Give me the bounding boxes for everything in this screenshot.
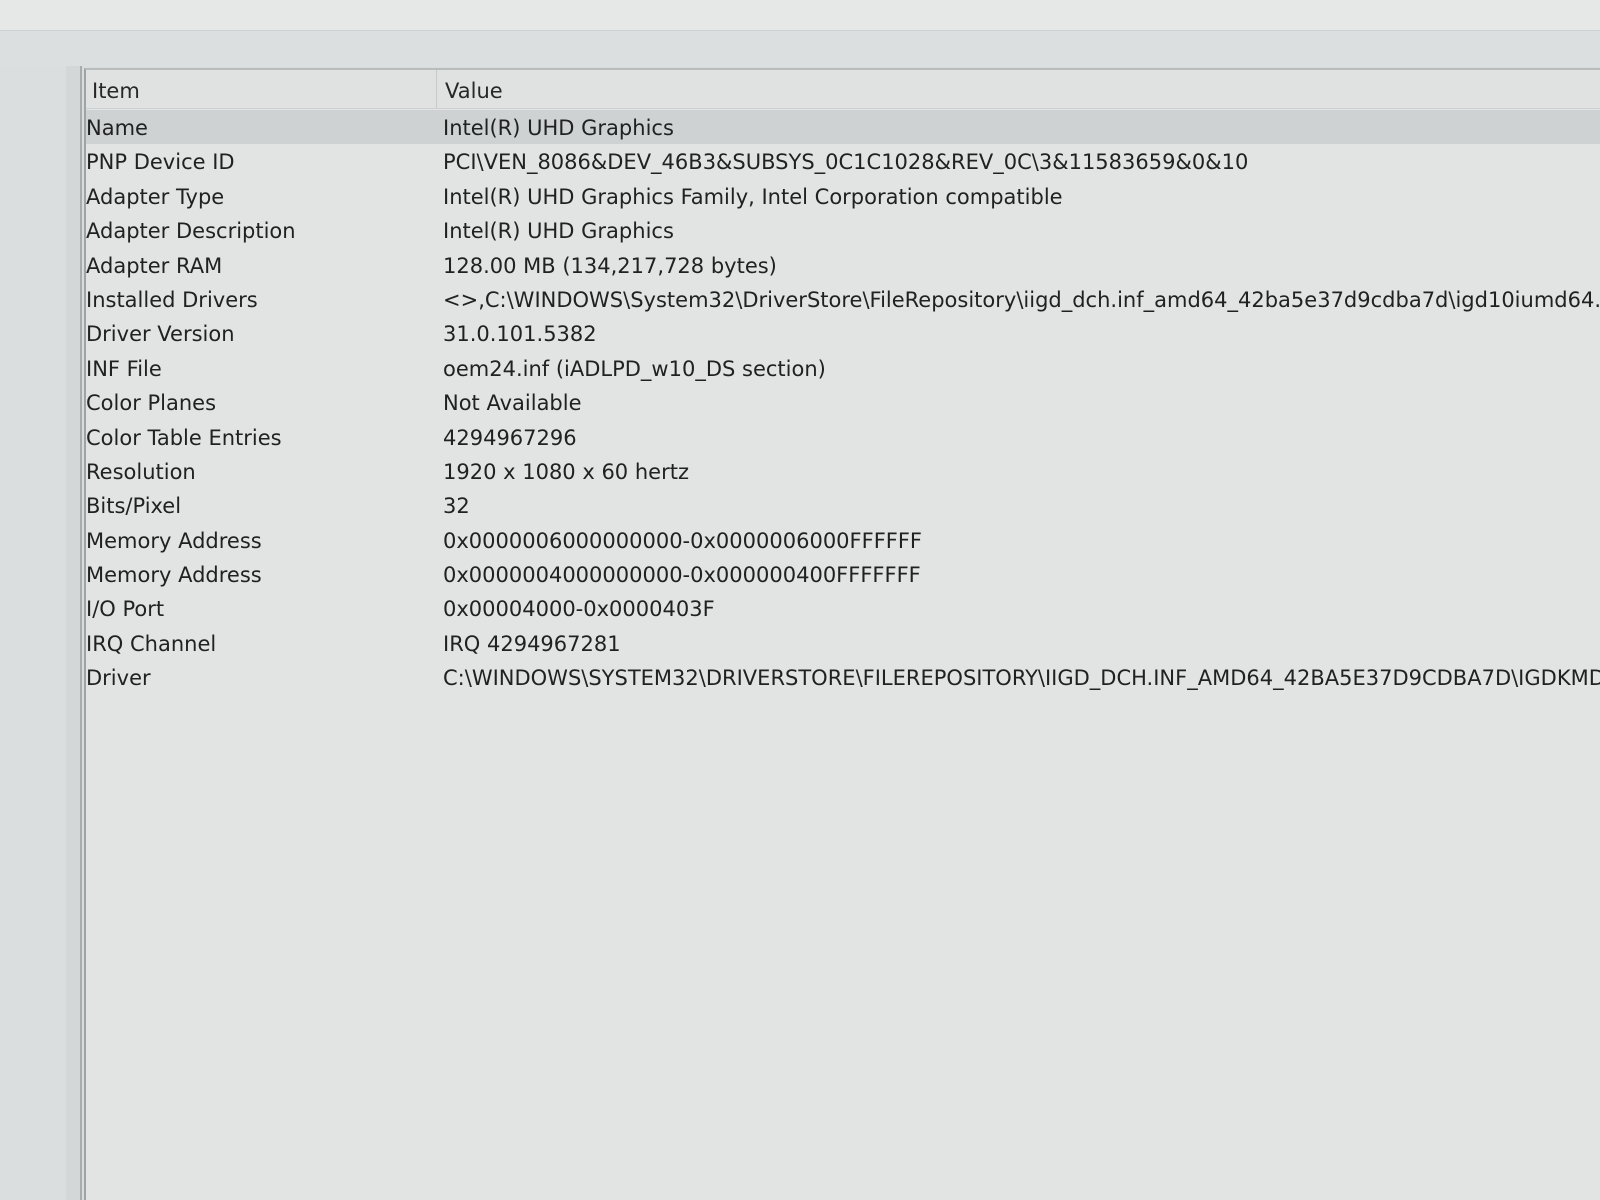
row-value: C:\WINDOWS\SYSTEM32\DRIVERSTORE\FILEREPO…: [443, 666, 1600, 691]
row-item-label: Memory Address: [86, 528, 262, 553]
row-value: 4294967296: [443, 425, 577, 450]
list-header: Item Value: [86, 70, 1600, 109]
list-rows: Name Intel(R) UHD Graphics PNP Device ID…: [86, 110, 1600, 695]
row-value: IRQ 4294967281: [443, 631, 621, 656]
row-item-label: Memory Address: [86, 563, 262, 588]
row-item-label: Name: [86, 116, 148, 140]
row-item-label: Adapter Description: [86, 219, 296, 244]
table-row[interactable]: Driver C:\WINDOWS\SYSTEM32\DRIVERSTORE\F…: [86, 660, 1600, 694]
toolbar-band: [0, 31, 1600, 67]
row-item-label: INF File: [86, 356, 162, 381]
table-row[interactable]: Color Planes Not Available: [86, 385, 1600, 419]
row-value: Intel(R) UHD Graphics: [443, 219, 674, 244]
row-value: 1920 x 1080 x 60 hertz: [443, 459, 689, 484]
row-value: PCI\VEN_8086&DEV_46B3&SUBSYS_0C1C1028&RE…: [443, 150, 1249, 175]
row-value: <>,C:\WINDOWS\System32\DriverStore\FileR…: [443, 287, 1600, 312]
row-item-label: I/O Port: [86, 597, 165, 622]
table-row[interactable]: Adapter Type Intel(R) UHD Graphics Famil…: [86, 179, 1600, 213]
pane-splitter[interactable]: [66, 66, 82, 1200]
row-value: 0x0000006000000000-0x0000006000FFFFFF: [443, 528, 923, 553]
row-value: Not Available: [443, 391, 582, 416]
row-value: 0x00004000-0x0000403F: [443, 597, 715, 622]
column-header-item[interactable]: Item: [86, 70, 436, 108]
table-row[interactable]: Adapter Description Intel(R) UHD Graphic…: [86, 213, 1600, 247]
row-value: Intel(R) UHD Graphics: [443, 116, 674, 140]
row-item-label: Color Planes: [86, 391, 217, 416]
row-value: 31.0.101.5382: [443, 322, 597, 347]
table-row[interactable]: Adapter RAM 128.00 MB (134,217,728 bytes…: [86, 248, 1600, 282]
table-row[interactable]: INF File oem24.inf (iADLPD_w10_DS sectio…: [86, 351, 1600, 385]
row-value: 32: [443, 494, 470, 519]
row-item-label: Bits/Pixel: [86, 494, 182, 519]
category-tree-pane[interactable]: [0, 66, 67, 1200]
row-item-label: Resolution: [86, 459, 196, 484]
table-row[interactable]: Memory Address 0x0000004000000000-0x0000…: [86, 557, 1600, 591]
row-item-label: Driver: [86, 666, 151, 691]
row-value: oem24.inf (iADLPD_w10_DS section): [443, 356, 826, 381]
table-row[interactable]: IRQ Channel IRQ 4294967281: [86, 626, 1600, 660]
row-item-label: Color Table Entries: [86, 425, 282, 450]
window-top-strip: [0, 0, 1600, 31]
row-item-label: Installed Drivers: [86, 287, 258, 312]
table-row[interactable]: Installed Drivers <>,C:\WINDOWS\System32…: [86, 282, 1600, 316]
table-row[interactable]: Memory Address 0x0000006000000000-0x0000…: [86, 523, 1600, 557]
row-value: Intel(R) UHD Graphics Family, Intel Corp…: [443, 184, 1063, 209]
row-item-label: Adapter RAM: [86, 253, 223, 278]
table-row[interactable]: Bits/Pixel 32: [86, 488, 1600, 522]
row-item-label: PNP Device ID: [86, 150, 235, 175]
table-row[interactable]: Resolution 1920 x 1080 x 60 hertz: [86, 454, 1600, 488]
row-value: 128.00 MB (134,217,728 bytes): [443, 253, 777, 278]
column-header-value[interactable]: Value: [436, 70, 1600, 108]
row-item-label: IRQ Channel: [86, 631, 217, 656]
table-row[interactable]: Driver Version 31.0.101.5382: [86, 316, 1600, 350]
row-item-label: Driver Version: [86, 322, 235, 347]
table-row[interactable]: I/O Port 0x00004000-0x0000403F: [86, 591, 1600, 625]
table-row[interactable]: PNP Device ID PCI\VEN_8086&DEV_46B3&SUBS…: [86, 144, 1600, 178]
table-row[interactable]: Color Table Entries 4294967296: [86, 420, 1600, 454]
details-list-view[interactable]: Item Value Name Intel(R) UHD Graphics PN…: [84, 68, 1600, 1200]
row-item-label: Adapter Type: [86, 184, 225, 209]
row-value: 0x0000004000000000-0x000000400FFFFFFF: [443, 563, 921, 588]
table-row[interactable]: Name Intel(R) UHD Graphics: [86, 110, 1600, 145]
